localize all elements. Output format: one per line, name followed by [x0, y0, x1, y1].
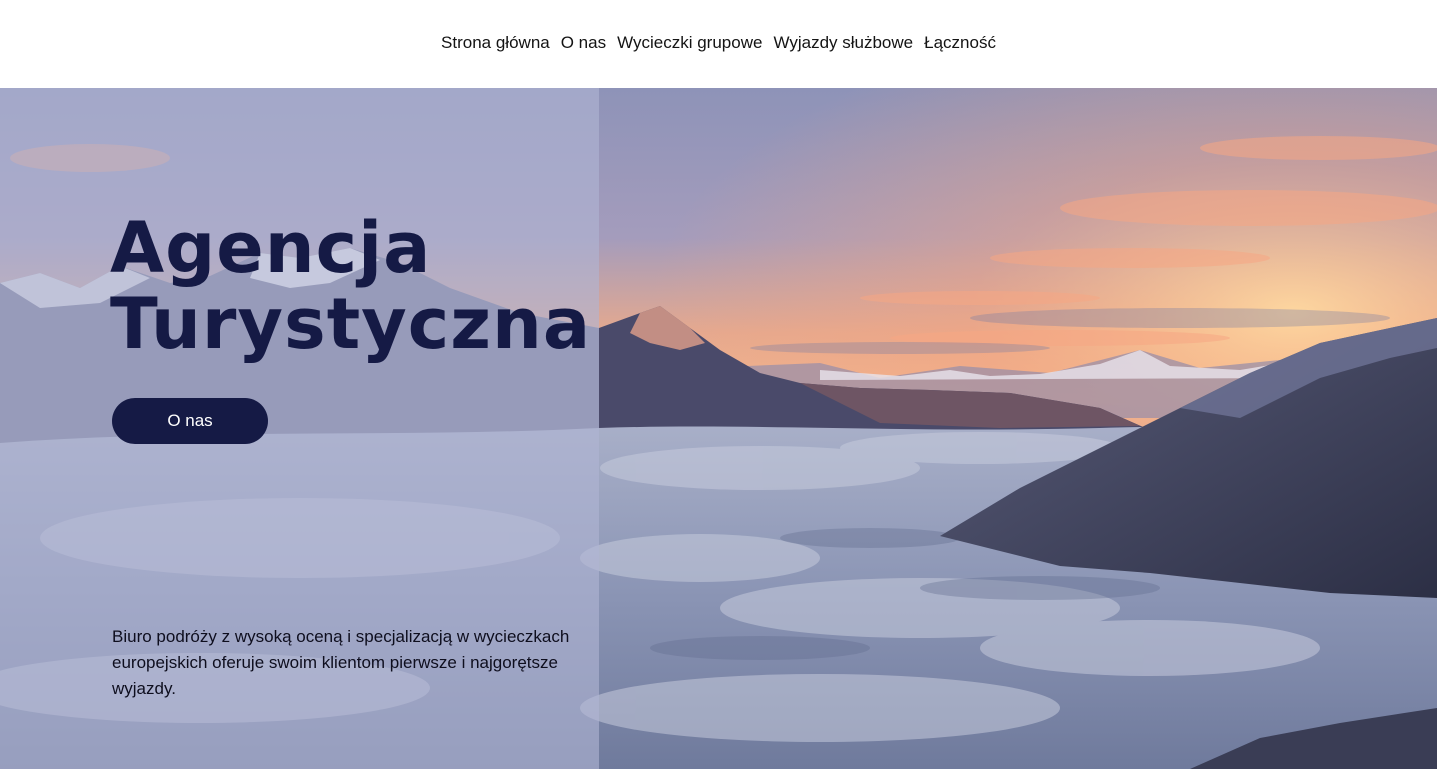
nav-item-contact[interactable]: Łączność	[924, 33, 996, 52]
nav-item-business-trips[interactable]: Wyjazdy służbowe	[773, 33, 913, 52]
hero-section: Agencja Turystyczna O nas Biuro podróży …	[0, 88, 1437, 769]
about-us-button[interactable]: O nas	[112, 398, 268, 444]
hero-description: Biuro podróży z wysoką oceną i specjaliz…	[112, 627, 570, 698]
nav-item-about[interactable]: O nas	[561, 33, 606, 52]
nav-item-home[interactable]: Strona główna	[441, 33, 550, 52]
nav-item-group-tours[interactable]: Wycieczki grupowe	[617, 33, 762, 52]
hero-title-line1: Agencja	[110, 207, 432, 289]
hero-title: Agencja Turystyczna	[110, 207, 592, 365]
hero-title-line2: Turystyczna	[110, 283, 592, 365]
top-navigation: Strona główna O nas Wycieczki grupowe Wy…	[0, 0, 1437, 88]
nav-list: Strona główna O nas Wycieczki grupowe Wy…	[441, 33, 996, 53]
